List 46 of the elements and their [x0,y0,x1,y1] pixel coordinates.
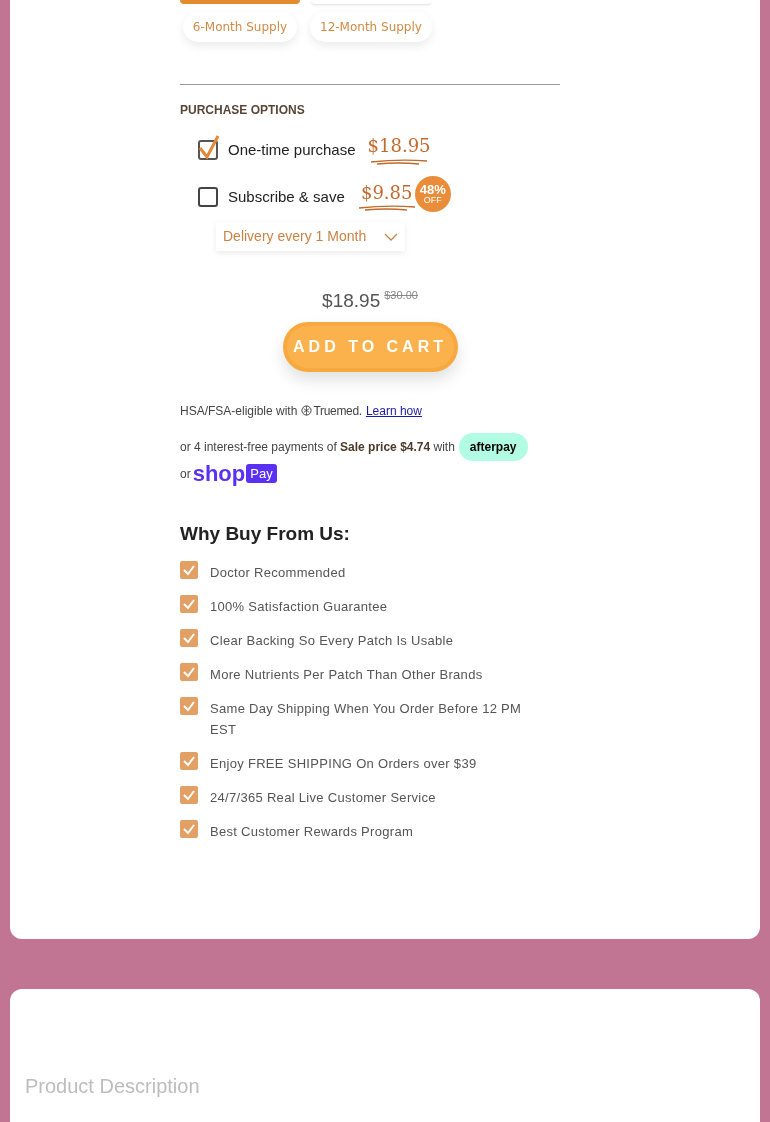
shop-logo: shop [192,462,246,485]
checkbox[interactable] [198,140,218,161]
installments-text: or 4 interest-free payments of Sale price $4.74 with [180,438,455,456]
checkbox[interactable] [198,186,218,207]
pay-logo: Pay [246,463,277,484]
truemed-brand: Truemed. [313,402,362,420]
benefit-text: Best Customer Rewards Program [210,823,415,841]
option-label: Subscribe & save [228,186,345,207]
learn-how-link[interactable]: Learn how [365,401,422,420]
badge-off: OFF [423,195,442,205]
option-price: $18.95 [367,135,431,158]
checkbox-checked-icon [180,561,198,579]
compare-price: $30.00 [384,288,418,303]
section-title: Product Description [25,1074,201,1099]
sale-price: $18.95 [322,289,381,313]
benefit-text: 24/7/365 Real Live Customer Service [210,789,437,807]
checkbox-checked-icon [180,786,198,804]
supply-option[interactable]: 12-Month Supply [310,12,432,42]
supply-option[interactable]: 6-Month Supply [182,12,298,42]
checkbox-checked-icon [180,752,198,770]
checkbox-checked-icon [180,820,198,838]
benefit-text: Clear Backing So Every Patch Is Usable [210,632,455,650]
section-title: Why Buy From Us: [180,521,351,546]
hsa-text: HSA/FSA-eligible with [180,402,298,420]
add-to-cart-button[interactable]: ADD TO CART [282,321,458,372]
checkbox-checked-icon [180,629,198,647]
checkbox-checked-icon [180,697,198,715]
checkbox-checked-icon [180,595,198,613]
option-label: One-time purchase [228,140,356,160]
check-icon [198,134,220,161]
delivery-select[interactable]: Delivery every 1 Month [216,222,406,251]
underline-stroke [369,157,430,166]
benefit-text: Same Day Shipping When You Order Before 12 PM EST [210,700,523,739]
option-price: $9.85 [360,181,413,204]
benefit-text: Enjoy FREE SHIPPING On Orders over $39 [210,755,478,773]
benefit-text: Doctor Recommended [210,564,347,582]
benefit-text: More Nutrients Per Patch Than Other Brands [210,666,484,684]
afterpay-badge[interactable]: afterpay [458,432,528,461]
underline-stroke [356,204,417,212]
badge-percent: 48% [419,182,446,196]
section-heading: PURCHASE OPTIONS [180,102,306,119]
chevron-down-icon [384,232,399,241]
benefit-text: 100% Satisfaction Guarantee [210,598,389,616]
checkbox-checked-icon [180,663,198,681]
truemed-logo-icon [301,405,313,416]
or-text: or [180,465,191,483]
